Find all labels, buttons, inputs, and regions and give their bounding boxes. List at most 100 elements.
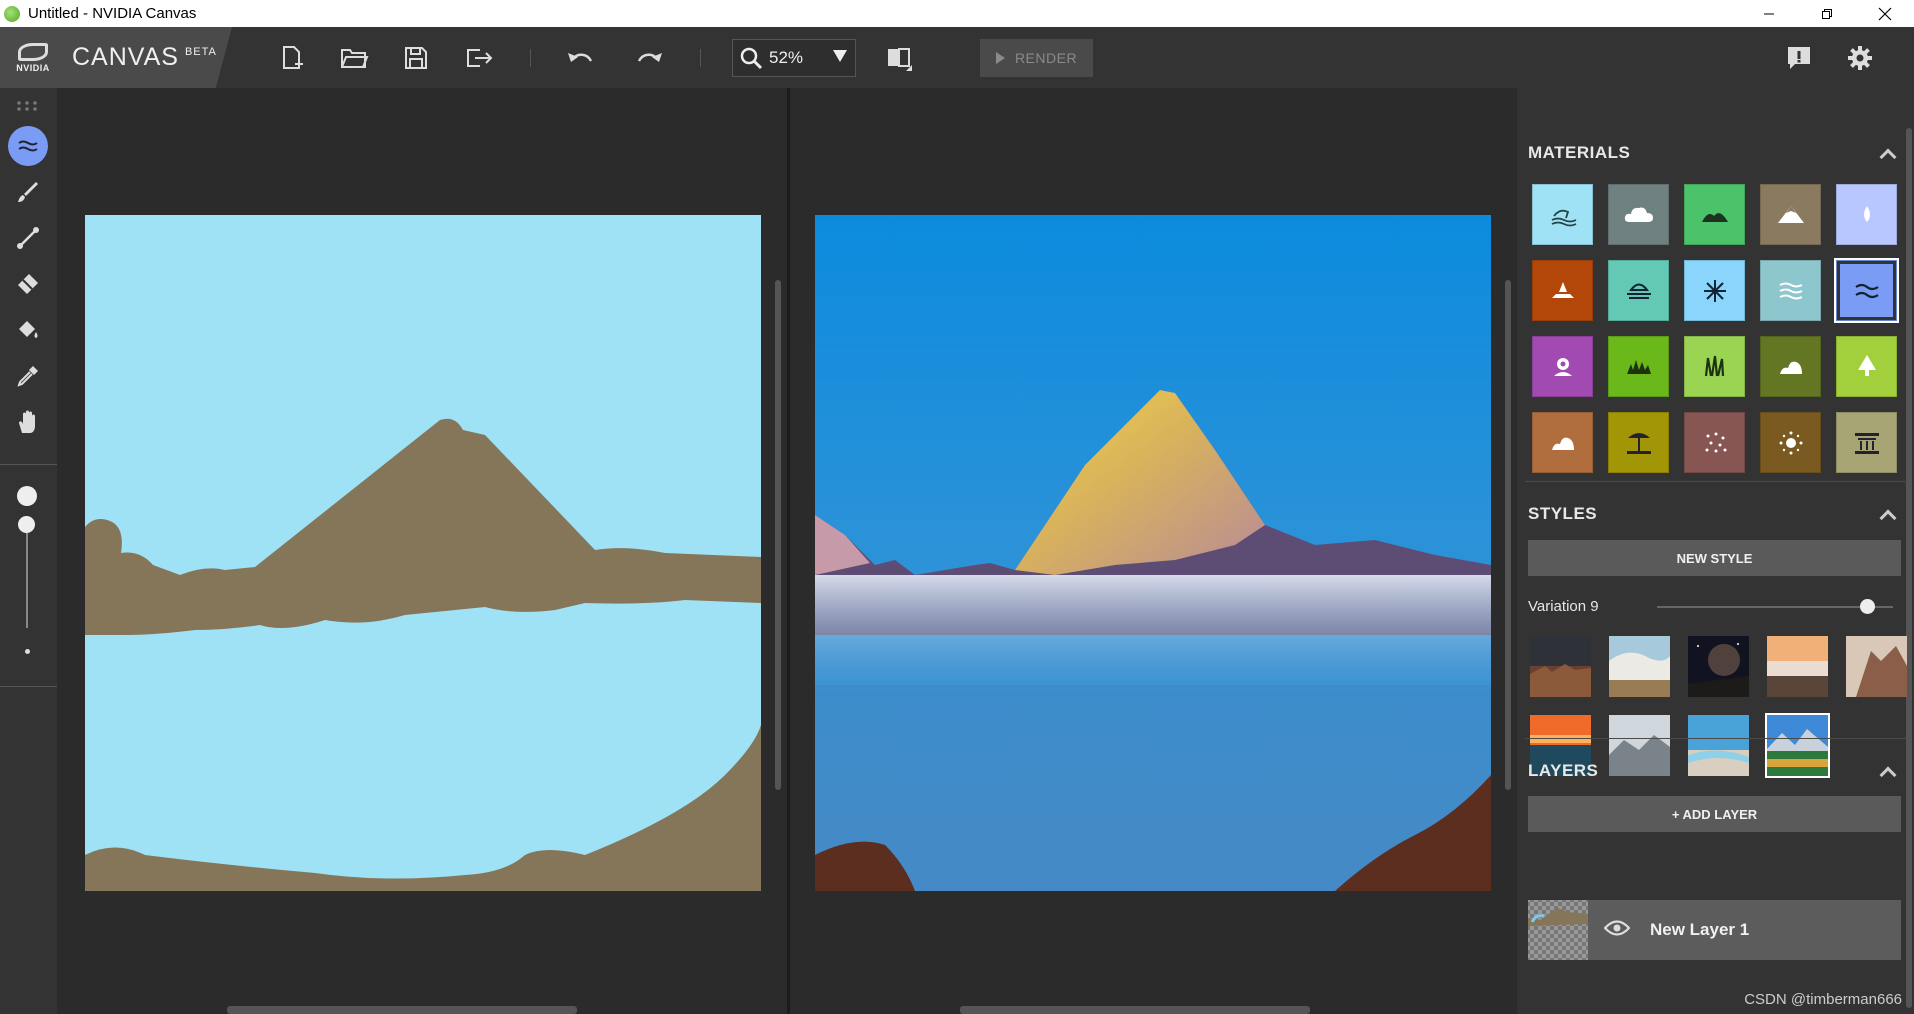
zoom-value: 52%	[769, 48, 804, 67]
water-icon	[18, 140, 38, 152]
line-tool[interactable]	[8, 218, 48, 258]
chevron-up-icon[interactable]	[1879, 509, 1897, 527]
style-thumb-5[interactable]	[1846, 636, 1907, 697]
material-tile-water-drop[interactable]	[1836, 184, 1897, 245]
eraser-tool[interactable]	[8, 264, 48, 304]
brush-tool[interactable]	[8, 172, 48, 212]
window-titlebar: Untitled - NVIDIA Canvas	[0, 0, 1914, 27]
material-tile-gravel[interactable]	[1684, 412, 1745, 473]
style-thumb-9[interactable]	[1765, 713, 1830, 778]
segmentation-drawing	[85, 215, 761, 891]
dirt-icon	[1551, 281, 1574, 298]
material-tile-sea[interactable]	[1532, 184, 1593, 245]
style-thumb-4[interactable]	[1767, 636, 1828, 697]
new-style-button[interactable]: NEW STYLE	[1528, 540, 1901, 576]
open-folder-button[interactable]	[337, 41, 371, 75]
app-icon	[4, 5, 20, 22]
restore-button[interactable]	[1798, 0, 1856, 27]
layer-thumbnail	[1528, 900, 1588, 960]
new-file-button[interactable]	[275, 41, 309, 75]
material-tile-rock[interactable]	[1760, 336, 1821, 397]
vertical-scrollbar[interactable]	[775, 280, 781, 790]
toolbar-separator	[700, 49, 701, 67]
material-tile-grass[interactable]	[1608, 336, 1669, 397]
variation-label: Variation 9	[1528, 598, 1599, 615]
brush-size-max-icon	[17, 486, 37, 506]
material-tile-tall-grass[interactable]	[1684, 336, 1745, 397]
line-icon	[17, 227, 39, 249]
pan-tool[interactable]	[8, 402, 48, 442]
horizontal-scrollbar[interactable]	[960, 1006, 1310, 1014]
segmentation-canvas[interactable]	[85, 215, 761, 891]
chevron-up-icon[interactable]	[1879, 148, 1897, 166]
brush-size-handle[interactable]	[18, 516, 35, 533]
eyedropper-tool[interactable]	[8, 356, 48, 396]
variation-slider[interactable]	[1657, 606, 1893, 608]
water-drop-icon	[1863, 205, 1870, 222]
material-tile-building[interactable]	[1836, 412, 1897, 473]
brush-size-slider[interactable]	[26, 518, 28, 628]
material-tile-cloud[interactable]	[1608, 184, 1669, 245]
render-button[interactable]: RENDER	[980, 39, 1093, 77]
undo-button[interactable]	[563, 41, 597, 75]
variation-slider-handle[interactable]	[1860, 599, 1876, 614]
eyedropper-icon	[17, 366, 38, 387]
horizontal-scrollbar[interactable]	[227, 1006, 577, 1014]
vertical-scrollbar[interactable]	[1505, 280, 1511, 790]
material-tile-river[interactable]	[1760, 260, 1821, 321]
feedback-icon	[1788, 47, 1810, 69]
close-button[interactable]	[1856, 0, 1914, 27]
add-layer-button[interactable]: + ADD LAYER	[1528, 796, 1901, 832]
rail-separator	[0, 464, 57, 465]
rail-separator	[0, 686, 57, 687]
style-thumb-7[interactable]	[1609, 715, 1670, 776]
paint-bucket-icon	[19, 321, 38, 338]
building-icon	[1854, 432, 1879, 454]
hand-icon	[19, 410, 35, 433]
export-button[interactable]	[462, 41, 496, 75]
search-icon	[740, 47, 763, 70]
mountain-landscape-image	[815, 215, 1491, 891]
material-tile-hill[interactable]	[1684, 184, 1745, 245]
render-label: RENDER	[1014, 50, 1078, 66]
material-tile-fog[interactable]	[1608, 260, 1669, 321]
brush-icon	[18, 182, 38, 202]
feedback-button[interactable]	[1782, 41, 1816, 75]
grip-icon[interactable]	[17, 98, 39, 116]
zoom-select[interactable]: 52%	[732, 39, 856, 77]
gravel-icon	[1705, 432, 1726, 452]
material-tile-sand[interactable]	[1760, 412, 1821, 473]
minimize-button[interactable]	[1740, 0, 1798, 27]
material-tile-flower[interactable]	[1532, 336, 1593, 397]
material-tile-tree[interactable]	[1836, 336, 1897, 397]
material-tile-stone[interactable]	[1532, 412, 1593, 473]
style-thumb-3[interactable]	[1688, 636, 1749, 697]
style-thumb-8[interactable]	[1688, 715, 1749, 776]
sand-icon	[1779, 431, 1802, 454]
material-tile-snow[interactable]	[1684, 260, 1745, 321]
material-tile-dirt[interactable]	[1532, 260, 1593, 321]
grass-icon	[1626, 359, 1651, 374]
material-tool[interactable]	[8, 126, 48, 166]
style-thumb-1[interactable]	[1530, 636, 1591, 697]
eye-icon[interactable]	[1603, 919, 1631, 942]
material-tile-mountain[interactable]	[1760, 184, 1821, 245]
hill-icon	[1701, 212, 1728, 222]
redo-icon	[637, 53, 662, 62]
rendered-output-image	[815, 215, 1491, 891]
fill-tool[interactable]	[8, 310, 48, 350]
material-tile-water[interactable]	[1834, 258, 1899, 323]
layer-item[interactable]: New Layer 1	[1528, 900, 1901, 960]
compare-view-button[interactable]	[882, 41, 916, 75]
layer-name: New Layer 1	[1650, 920, 1750, 939]
material-tile-beach[interactable]	[1608, 412, 1669, 473]
layers-title: LAYERS	[1528, 761, 1599, 780]
nvidia-logo-text: NVIDIA	[16, 62, 50, 73]
settings-button[interactable]	[1843, 41, 1877, 75]
toolbar-separator	[530, 49, 531, 67]
style-thumb-2[interactable]	[1609, 636, 1670, 697]
styles-title: STYLES	[1528, 504, 1598, 523]
export-icon	[467, 49, 493, 67]
redo-button[interactable]	[633, 41, 667, 75]
save-button[interactable]	[399, 41, 433, 75]
